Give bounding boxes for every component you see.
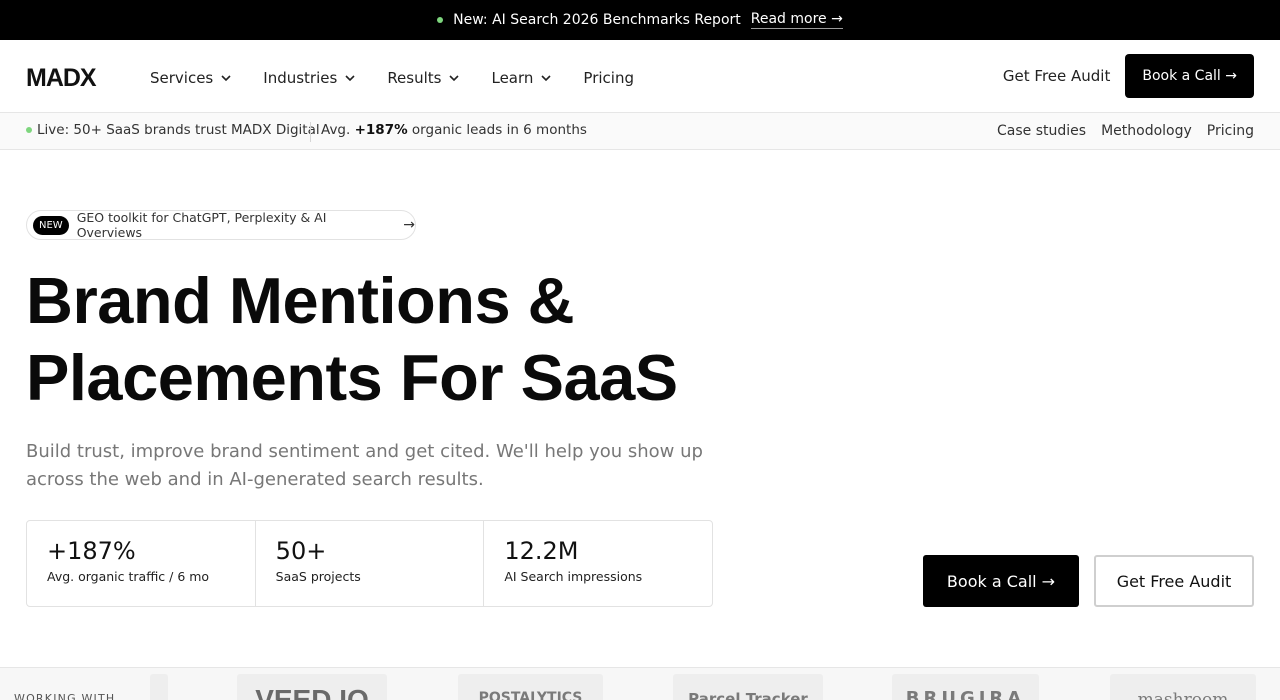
nav-item-services[interactable]: Services <box>150 69 232 87</box>
client-logo-veed: VEED.IO <box>237 674 387 700</box>
live-dot-icon <box>26 127 32 133</box>
stat-ai-impressions: 12.2M AI Search impressions <box>484 521 712 606</box>
case-studies-link[interactable]: Case studies <box>997 123 1086 139</box>
client-logo-postalytics: POSTALYTICS <box>458 674 603 700</box>
announcement-bar: New: AI Search 2026 Benchmarks Report Re… <box>0 0 1280 40</box>
chevron-down-icon <box>448 72 460 84</box>
subbar-links: Case studies Methodology Pricing <box>982 123 1254 139</box>
stats-panel: +187% Avg. organic traffic / 6 mo 50+ Sa… <box>26 520 713 607</box>
trust-bar: Live: 50+ SaaS brands trust MADX Digital… <box>0 113 1280 150</box>
avg-prefix: Avg. <box>321 122 351 138</box>
nav-item-industries[interactable]: Industries <box>263 69 356 87</box>
nav-item-label: Industries <box>263 69 338 87</box>
stat-saas-projects: 50+ SaaS projects <box>256 521 485 606</box>
divider <box>310 122 311 142</box>
nav-get-free-audit-link[interactable]: Get Free Audit <box>1003 67 1110 85</box>
client-logo-strip: WORKING WITH VEED.IO POSTALYTICS Parcel … <box>0 667 1280 700</box>
client-logo-mashroom: mashroom <box>1110 674 1256 700</box>
nav-item-label: Pricing <box>583 69 634 87</box>
client-logo <box>150 674 168 700</box>
main-nav: MADX Services Industries Results Learn P… <box>0 40 1280 113</box>
avg-value: +187% <box>354 122 408 138</box>
nav-menu: Services Industries Results Learn Pricin… <box>150 69 665 87</box>
hero-headline: Brand Mentions & Placements For SaaS <box>26 262 786 416</box>
avg-suffix: organic leads in 6 months <box>411 122 587 138</box>
geo-toolkit-pill[interactable]: NEW GEO toolkit for ChatGPT, Perplexity … <box>26 210 416 240</box>
stat-organic-traffic: +187% Avg. organic traffic / 6 mo <box>27 521 256 606</box>
hero-book-call-button[interactable]: Book a Call → <box>923 555 1079 607</box>
chevron-down-icon <box>344 72 356 84</box>
hero-get-free-audit-button[interactable]: Get Free Audit <box>1094 555 1254 607</box>
stat-value: 12.2M <box>504 537 579 565</box>
nav-item-results[interactable]: Results <box>387 69 460 87</box>
madx-logo[interactable]: MADX <box>26 64 97 93</box>
headline-line-1: Brand Mentions & <box>26 264 575 337</box>
nav-item-label: Results <box>387 69 442 87</box>
stat-value: +187% <box>47 537 136 565</box>
nav-item-pricing[interactable]: Pricing <box>583 69 634 87</box>
stat-label: SaaS projects <box>275 569 361 584</box>
nav-book-call-button[interactable]: Book a Call → <box>1125 54 1254 98</box>
nav-actions: Get Free Audit Book a Call → <box>1003 54 1254 98</box>
stat-label: AI Search impressions <box>504 569 643 584</box>
announcement-text: New: AI Search 2026 Benchmarks Report <box>453 12 741 28</box>
live-text: Live: 50+ SaaS brands trust MADX Digital <box>37 122 320 138</box>
client-logo-brugira: BRUGIRA <box>892 674 1039 700</box>
nav-item-learn[interactable]: Learn <box>491 69 552 87</box>
headline-line-2: Placements For SaaS <box>26 341 678 414</box>
client-logo-parcel-tracker: Parcel Tracker <box>673 674 823 700</box>
stat-label: Avg. organic traffic / 6 mo <box>47 569 210 584</box>
pill-text: GEO toolkit for ChatGPT, Perplexity & AI… <box>76 210 327 240</box>
working-with-label: WORKING WITH <box>14 692 116 700</box>
hero-lead: Build trust, improve brand sentiment and… <box>26 441 703 490</box>
pricing-link[interactable]: Pricing <box>1207 123 1254 139</box>
methodology-link[interactable]: Methodology <box>1101 123 1192 139</box>
new-badge: NEW <box>33 215 69 235</box>
chevron-down-icon <box>540 72 552 84</box>
nav-item-label: Learn <box>491 69 534 87</box>
arrow-right-icon: → <box>403 217 415 233</box>
nav-item-label: Services <box>150 69 214 87</box>
announcement-read-more-link[interactable]: Read more → <box>750 11 843 29</box>
chevron-down-icon <box>220 72 232 84</box>
status-dot-icon <box>437 17 444 23</box>
stat-value: 50+ <box>275 537 327 565</box>
avg-leads-text: Avg. +187% organic leads in 6 months <box>321 122 587 138</box>
live-indicator: Live: 50+ SaaS brands trust MADX Digital <box>26 122 320 138</box>
